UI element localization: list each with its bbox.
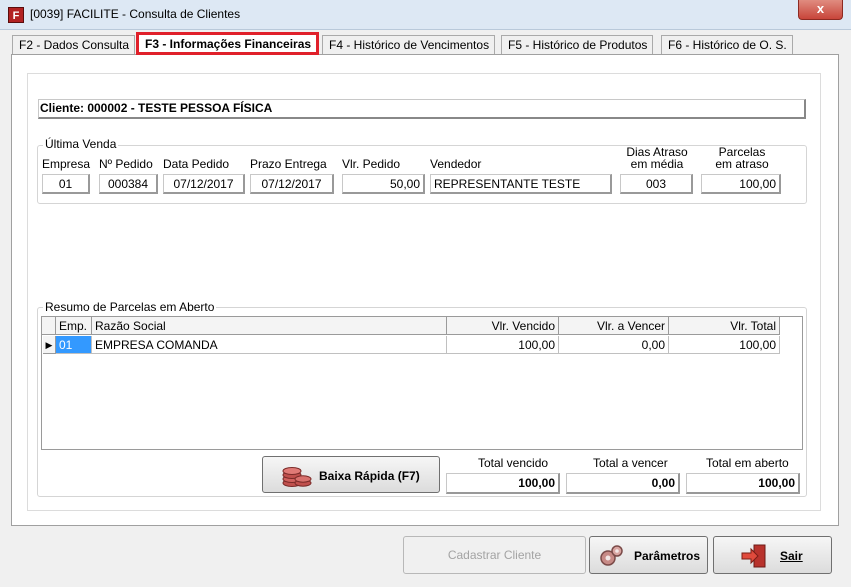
table-cell-vlr-vencido[interactable]: 100,00	[447, 336, 559, 354]
parametros-label: Parâmetros	[634, 549, 701, 563]
parcelas-atraso-label-2: em atraso	[715, 157, 769, 171]
vendedor-field: REPRESENTANTE TESTE	[430, 174, 612, 194]
close-button[interactable]: x	[798, 0, 843, 20]
dias-atraso-field: 003	[620, 174, 693, 194]
total-a-vencer-label: Total a vencer	[593, 456, 668, 470]
vlr-pedido-label: Vlr. Pedido	[342, 157, 401, 171]
exit-door-icon	[741, 544, 766, 568]
tab-historico-os[interactable]: F6 - Histórico de O. S.	[661, 35, 793, 54]
column-header-razao-social[interactable]: Razão Social	[92, 317, 447, 335]
cadastrar-cliente-button[interactable]: Cadastrar Cliente	[403, 536, 586, 574]
vlr-pedido-field: 50,00	[342, 174, 425, 194]
data-pedido-label: Data Pedido	[163, 157, 230, 171]
tab-dados-consulta[interactable]: F2 - Dados Consulta	[12, 35, 136, 54]
prazo-entrega-label: Prazo Entrega	[250, 157, 327, 171]
vendedor-label: Vendedor	[430, 157, 482, 171]
total-vencido-field: 100,00	[446, 473, 560, 494]
client-label: Cliente: 000002 - TESTE PESSOA FÍSICA	[38, 99, 806, 119]
table-cell-vlr-a-vencer[interactable]: 0,00	[559, 336, 669, 354]
pedido-label: Nº Pedido	[99, 157, 153, 171]
column-header-vlr-a-vencer[interactable]: Vlr. a Vencer	[559, 317, 669, 335]
sair-label: Sair	[780, 549, 803, 563]
baixa-rapida-label: Baixa Rápida (F7)	[319, 469, 420, 483]
tab-informacoes-financeiras[interactable]: F3 - Informações Financeiras	[136, 32, 320, 55]
parcelas-atraso-field: 100,00	[701, 174, 781, 194]
column-header-vlr-vencido[interactable]: Vlr. Vencido	[447, 317, 559, 335]
baixa-rapida-button[interactable]: Baixa Rápida (F7)	[262, 456, 440, 493]
pedido-field: 000384	[99, 174, 158, 194]
ultima-venda-title: Última Venda	[43, 137, 119, 151]
total-vencido-label: Total vencido	[478, 456, 549, 470]
sair-button[interactable]: Sair	[713, 536, 832, 574]
prazo-entrega-field: 07/12/2017	[250, 174, 334, 194]
tab-historico-vencimentos[interactable]: F4 - Histórico de Vencimentos	[322, 35, 496, 54]
window-title: [0039] FACILITE - Consulta de Clientes	[30, 7, 241, 21]
dias-atraso-label-2: em média	[630, 157, 684, 171]
gears-icon	[600, 545, 623, 566]
tab-historico-produtos[interactable]: F5 - Histórico de Produtos	[501, 35, 654, 54]
total-a-vencer-field: 0,00	[566, 473, 680, 494]
empresa-field: 01	[42, 174, 90, 194]
resumo-title: Resumo de Parcelas em Aberto	[43, 300, 217, 314]
grid-corner	[42, 317, 56, 335]
app-icon: F	[8, 7, 24, 23]
total-em-aberto-label: Total em aberto	[706, 456, 789, 470]
column-header-vlr-total[interactable]: Vlr. Total	[669, 317, 780, 335]
coins-stack-icon	[282, 467, 312, 487]
table-cell-emp[interactable]: 01	[56, 336, 92, 354]
total-em-aberto-field: 100,00	[686, 473, 800, 494]
parametros-button[interactable]: Parâmetros	[589, 536, 708, 574]
row-indicator-icon: ▶	[43, 336, 56, 354]
empresa-label: Empresa	[42, 157, 91, 171]
column-header-emp[interactable]: Emp.	[56, 317, 92, 335]
table-cell-vlr-total[interactable]: 100,00	[669, 336, 780, 354]
data-pedido-field: 07/12/2017	[163, 174, 245, 194]
table-cell-razao-social[interactable]: EMPRESA COMANDA	[92, 336, 447, 354]
